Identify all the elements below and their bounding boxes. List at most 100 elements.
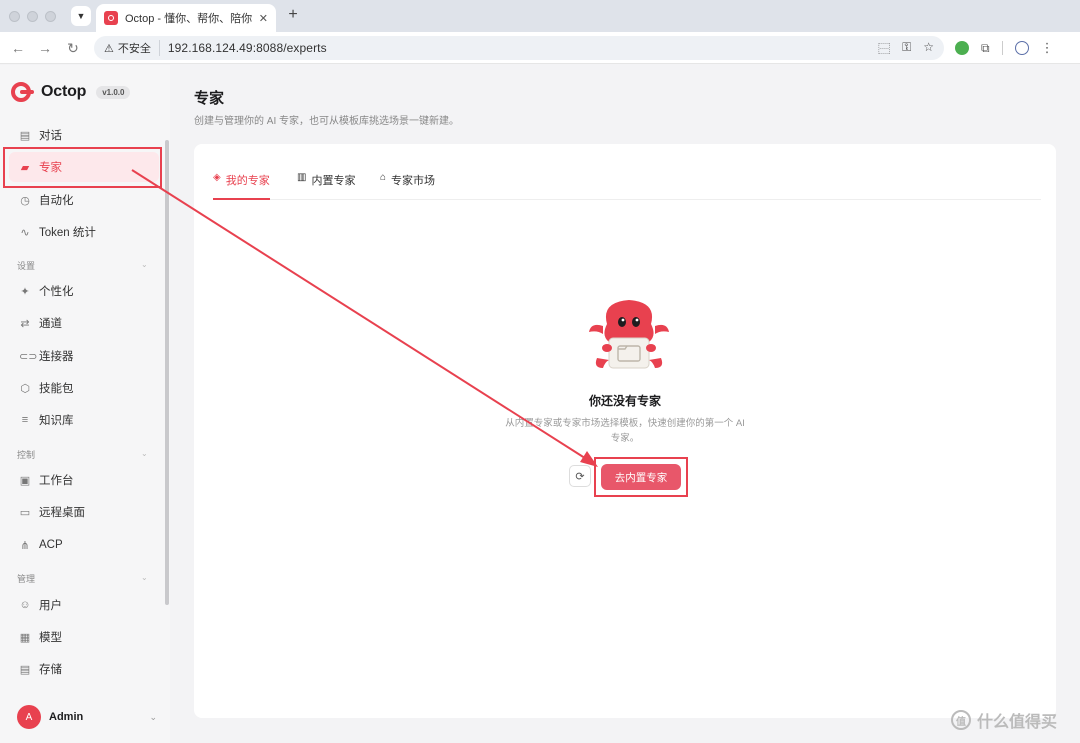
security-indicator[interactable]: ⚠ 不安全 [104, 40, 160, 56]
octop-logo-icon [11, 82, 35, 102]
experts-tabs: ◈ 我的专家 ▥ 内置专家 ⌂ 专家市场 [213, 164, 1041, 200]
sidebar-item-token-stats[interactable]: ∿ Token 统计 [9, 217, 159, 247]
users-icon: ☺ [19, 599, 31, 611]
sidebar-item-label: 远程桌面 [39, 507, 85, 519]
database-icon: ≡ [21, 414, 29, 426]
sidebar-item-label: 知识库 [39, 415, 74, 427]
close-icon[interactable]: ✕ [259, 12, 268, 25]
timer-icon: ◷ [20, 194, 30, 207]
octopus-mascot-illustration [589, 300, 669, 369]
workspace-icon: ▣ [19, 474, 31, 487]
browser-tab-bar: ▼ Octop - 懂你、帮你、陪你成长 ✕ + [0, 0, 1080, 32]
watermark-text: 什么值得买 [977, 714, 1058, 731]
address-bar[interactable]: ⚠ 不安全 192.168.124.49:8088/experts ⿱ ⚿ ☆ [94, 36, 944, 60]
annotation-highlight-box [3, 147, 162, 188]
profile-icon[interactable] [1014, 41, 1029, 55]
sidebar-item-label: 个性化 [39, 286, 74, 298]
warning-icon: ⚠ [104, 42, 114, 55]
sidebar-item-chat[interactable]: ▤ 对话 [9, 120, 159, 150]
refresh-icon: ⟳ [575, 470, 585, 483]
sidebar-item-label: ACP [39, 539, 63, 551]
window-close-button[interactable] [9, 11, 20, 22]
sidebar-item-knowledge-base[interactable]: ≡ 知识库 [9, 405, 159, 435]
back-icon[interactable]: ← [9, 39, 27, 57]
sidebar-item-label: 自动化 [39, 195, 74, 207]
sidebar-item-skills[interactable]: ⬡ 技能包 [9, 373, 159, 403]
tab-label: 专家市场 [391, 175, 436, 187]
user-name: Admin [49, 711, 84, 723]
bookmark-star-icon[interactable]: ☆ [923, 40, 934, 57]
link-icon: ⊂⊃ [19, 350, 38, 363]
tab-my-experts[interactable]: ◈ 我的专家 [213, 172, 270, 200]
graduation-cap-icon: ◈ [213, 172, 221, 183]
app-name: Octop [41, 83, 87, 100]
share-icon: ⋔ [20, 539, 30, 552]
tab-label: 我的专家 [225, 175, 270, 187]
page-title: 专家 [194, 90, 225, 107]
extension-icon[interactable] [955, 41, 969, 55]
watermark-logo-icon: 值 [951, 710, 971, 730]
chevron-down-icon[interactable]: ⌄ [141, 260, 148, 269]
sidebar-item-label: 用户 [39, 600, 62, 612]
security-label: 不安全 [117, 43, 151, 55]
experts-card: ◈ 我的专家 ▥ 内置专家 ⌂ 专家市场 你还没有专家 从内置专家或专家市场选择… [194, 144, 1056, 718]
package-icon: ⬡ [20, 382, 30, 395]
sidebar-item-workspace[interactable]: ▣ 工作台 [9, 465, 159, 495]
section-label-settings: 设置 [17, 261, 36, 271]
browser-toolbar: ← → ↻ ⚠ 不安全 192.168.124.49:8088/experts … [0, 32, 1080, 64]
sidebar-item-storage[interactable]: ▤ 存储 [9, 654, 159, 684]
octop-favicon-icon [104, 11, 118, 25]
sidebar-item-label: 通道 [39, 318, 62, 330]
reload-icon[interactable]: ↻ [64, 39, 82, 57]
sidebar-item-models[interactable]: ▦ 模型 [9, 622, 159, 652]
sidebar-item-label: 存储 [39, 664, 62, 676]
window-zoom-button[interactable] [45, 11, 56, 22]
book-icon: ▥ [297, 172, 307, 183]
puzzle-icon[interactable]: ⧉ [981, 41, 990, 56]
new-tab-button[interactable]: + [284, 6, 302, 24]
empty-state-title: 你还没有专家 [588, 394, 661, 408]
tab-expert-market[interactable]: ⌂ 专家市场 [380, 172, 435, 200]
window-minimize-button[interactable] [27, 11, 38, 22]
version-badge: v1.0.0 [96, 85, 131, 99]
site-watermark: 值 什么值得买 [951, 708, 1057, 732]
sidebar-item-automation[interactable]: ◷ 自动化 [9, 185, 159, 215]
kebab-menu-icon[interactable]: ⋮ [1041, 40, 1054, 56]
section-label-control: 控制 [17, 450, 36, 460]
sidebar-item-users[interactable]: ☺ 用户 [9, 590, 159, 620]
chevron-down-icon[interactable]: ⌄ [141, 449, 148, 458]
tab-builtin-experts[interactable]: ▥ 内置专家 [297, 172, 355, 200]
sidebar-item-remote-desktop[interactable]: ▭ 远程桌面 [9, 497, 159, 527]
toolbar-divider [1001, 41, 1003, 55]
tab-title: Octop - 懂你、帮你、陪你成长 [125, 13, 252, 25]
sparkles-icon: ✦ [20, 285, 30, 298]
sidebar-scrollbar[interactable] [165, 140, 169, 605]
sidebar-item-label: 连接器 [39, 351, 74, 363]
browser-tab[interactable]: Octop - 懂你、帮你、陪你成长 ✕ [96, 4, 276, 32]
translate-icon[interactable]: ⿱ [878, 40, 890, 57]
chat-icon: ▤ [19, 129, 31, 142]
sidebar-item-acp[interactable]: ⋔ ACP [9, 530, 159, 560]
page-description: 创建与管理你的 AI 专家，也可从模板库挑选场景一键新建。 [194, 116, 460, 127]
sidebar-item-label: 对话 [39, 130, 62, 142]
key-icon[interactable]: ⚿ [902, 40, 911, 57]
tab-search-button[interactable]: ▼ [71, 6, 91, 26]
user-menu[interactable]: A Admin ⌄ [17, 705, 157, 729]
app-logo[interactable]: Octop v1.0.0 [11, 82, 131, 102]
url-text[interactable]: 192.168.124.49:8088/experts [168, 41, 327, 55]
activity-icon: ∿ [20, 226, 30, 239]
empty-state-description: 从内置专家或专家市场选择模板，快速创建你的第一个 AI 专家。 [505, 418, 745, 444]
sidebar-item-label: 技能包 [39, 383, 74, 395]
section-label-manage: 管理 [17, 574, 36, 584]
annotation-highlight-box [594, 457, 688, 497]
storage-icon: ▤ [19, 663, 31, 676]
tab-label: 内置专家 [311, 175, 356, 187]
sidebar-item-label: Token 统计 [39, 227, 96, 239]
refresh-button[interactable]: ⟳ [569, 465, 591, 487]
sidebar-item-personalize[interactable]: ✦ 个性化 [9, 276, 159, 306]
chevron-down-icon[interactable]: ⌄ [141, 573, 148, 582]
sidebar-item-channels[interactable]: ⇄ 通道 [9, 308, 159, 338]
sidebar-item-connectors[interactable]: ⊂⊃ 连接器 [9, 341, 159, 371]
forward-icon[interactable]: → [36, 39, 54, 57]
chevron-down-icon: ▼ [76, 11, 86, 21]
